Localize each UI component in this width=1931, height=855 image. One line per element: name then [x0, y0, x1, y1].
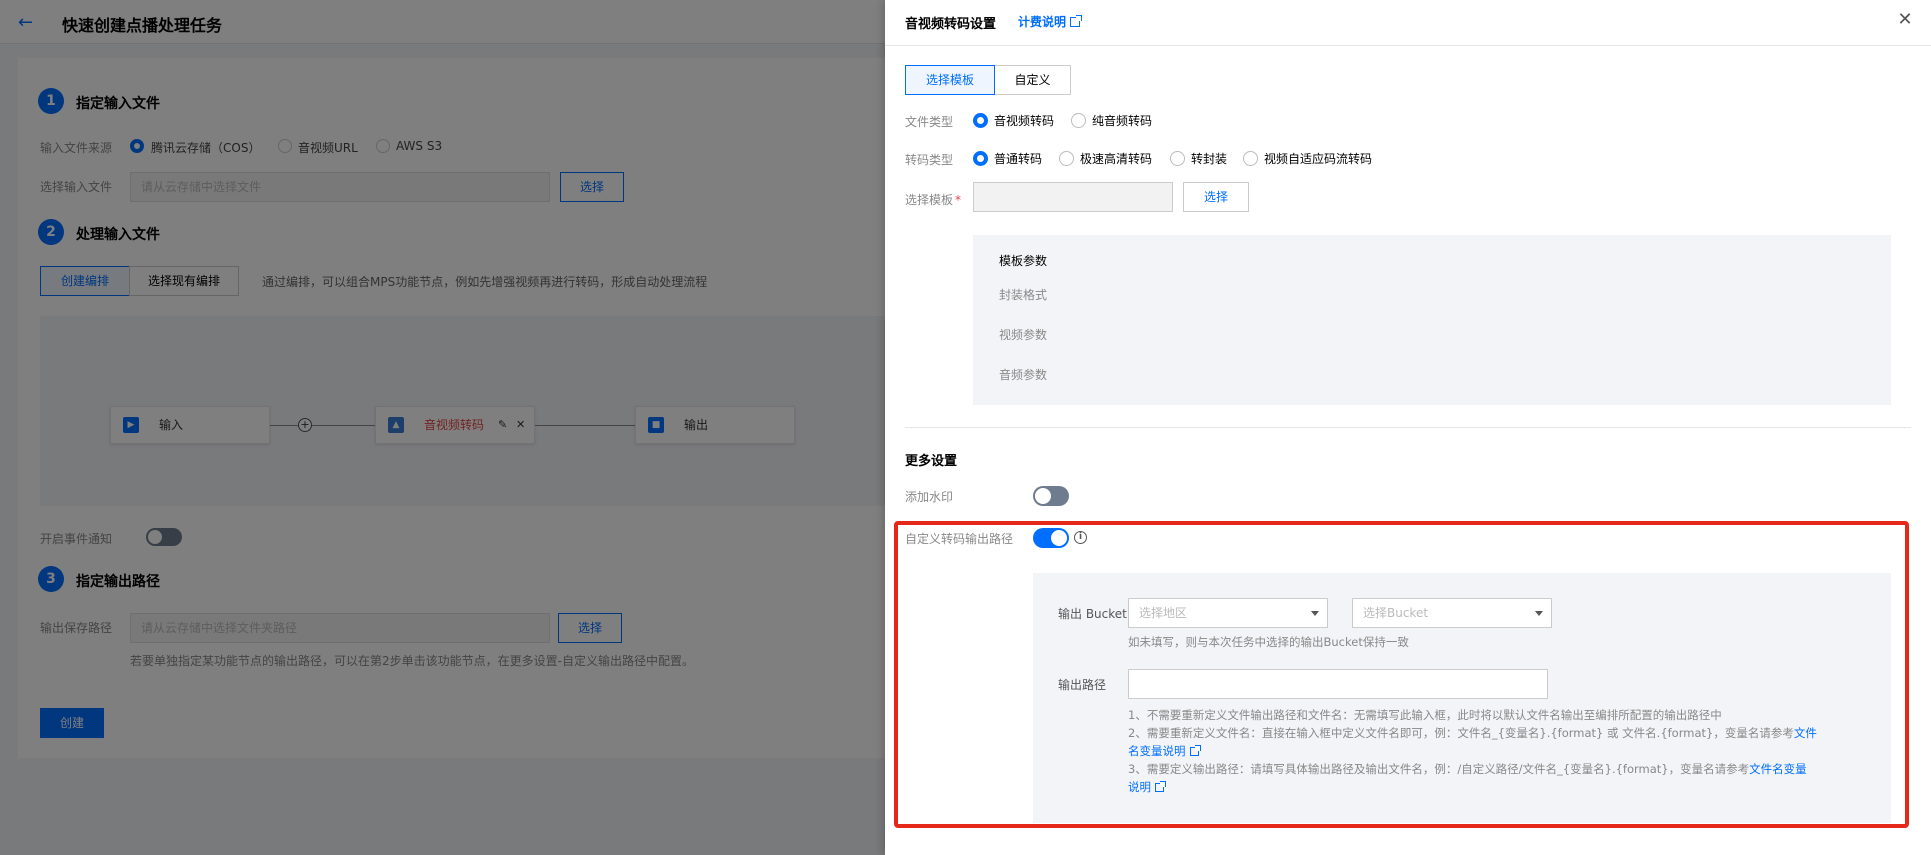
- output-bucket-hint: 如未填写，则与本次任务中选择的输出Bucket保持一致: [1128, 635, 1409, 649]
- file-type-radio-av[interactable]: 音视频转码: [973, 112, 1054, 129]
- template-input[interactable]: [973, 182, 1173, 212]
- drawer-title: 音视频转码设置: [905, 17, 997, 32]
- bucket-select[interactable]: 选择Bucket: [1352, 598, 1552, 628]
- output-path-hint-1: 1、不需要重新定义文件输出路径和文件名：无需填写此输入框，此时将以默认文件名输出…: [1128, 708, 1722, 722]
- transcode-radio-tesd[interactable]: 极速高清转码: [1059, 150, 1152, 167]
- drawer-header: 音视频转码设置 计费说明 ✕: [885, 0, 1931, 46]
- watermark-toggle[interactable]: [1033, 486, 1069, 506]
- template-params-panel: 模板参数 封装格式 视频参数 音频参数: [973, 235, 1891, 405]
- output-path-field-label: 输出路径: [1058, 678, 1107, 692]
- watermark-label: 添加水印: [905, 490, 954, 504]
- chevron-down-icon: [1535, 611, 1543, 616]
- transcode-settings-drawer: 音视频转码设置 计费说明 ✕ 选择模板 自定义 文件类型 音视频转码 纯音频转码…: [885, 0, 1931, 855]
- tab-select-template[interactable]: 选择模板: [905, 65, 995, 95]
- billing-link[interactable]: 计费说明: [1018, 13, 1083, 30]
- file-type-label: 文件类型: [905, 115, 954, 129]
- output-path-hint-2: 2、需要重新定义文件名：直接在输入框中定义文件名即可，例：文件名_{变量名}.{…: [1128, 726, 1817, 758]
- external-link-icon: [1155, 781, 1166, 792]
- param-video: 视频参数: [999, 328, 1048, 342]
- tab-custom[interactable]: 自定义: [994, 65, 1071, 95]
- template-params-title: 模板参数: [999, 254, 1048, 268]
- chevron-down-icon: [1311, 611, 1319, 616]
- transcode-radio-adaptive[interactable]: 视频自适应码流转码: [1243, 150, 1372, 167]
- template-select-button[interactable]: 选择: [1183, 182, 1249, 212]
- transcode-type-label: 转码类型: [905, 153, 954, 167]
- transcode-radio-normal[interactable]: 普通转码: [973, 150, 1042, 167]
- param-audio: 音频参数: [999, 368, 1048, 382]
- file-type-radio-audio[interactable]: 纯音频转码: [1071, 112, 1152, 129]
- external-link-icon: [1070, 15, 1083, 27]
- section-divider: [905, 427, 1911, 428]
- external-link-icon: [1189, 745, 1201, 756]
- more-settings-title: 更多设置: [905, 454, 958, 469]
- param-container-format: 封装格式: [999, 288, 1048, 302]
- close-icon[interactable]: ✕: [1895, 10, 1915, 30]
- output-path-hint-3: 3、需要定义输出路径：请填写具体输出路径及输出文件名，例：/自定义路径/文件名_…: [1128, 762, 1807, 794]
- transcode-radio-remux[interactable]: 转封装: [1170, 150, 1227, 167]
- region-select[interactable]: 选择地区: [1128, 598, 1328, 628]
- output-bucket-label: 输出 Bucket: [1058, 607, 1127, 621]
- modal-overlay[interactable]: [0, 0, 885, 855]
- custom-output-panel: 输出 Bucket 选择地区 选择Bucket 如未填写，则与本次任务中选择的输…: [1033, 573, 1891, 823]
- template-label: 选择模板 *: [905, 193, 962, 207]
- output-path-input[interactable]: [1128, 669, 1548, 699]
